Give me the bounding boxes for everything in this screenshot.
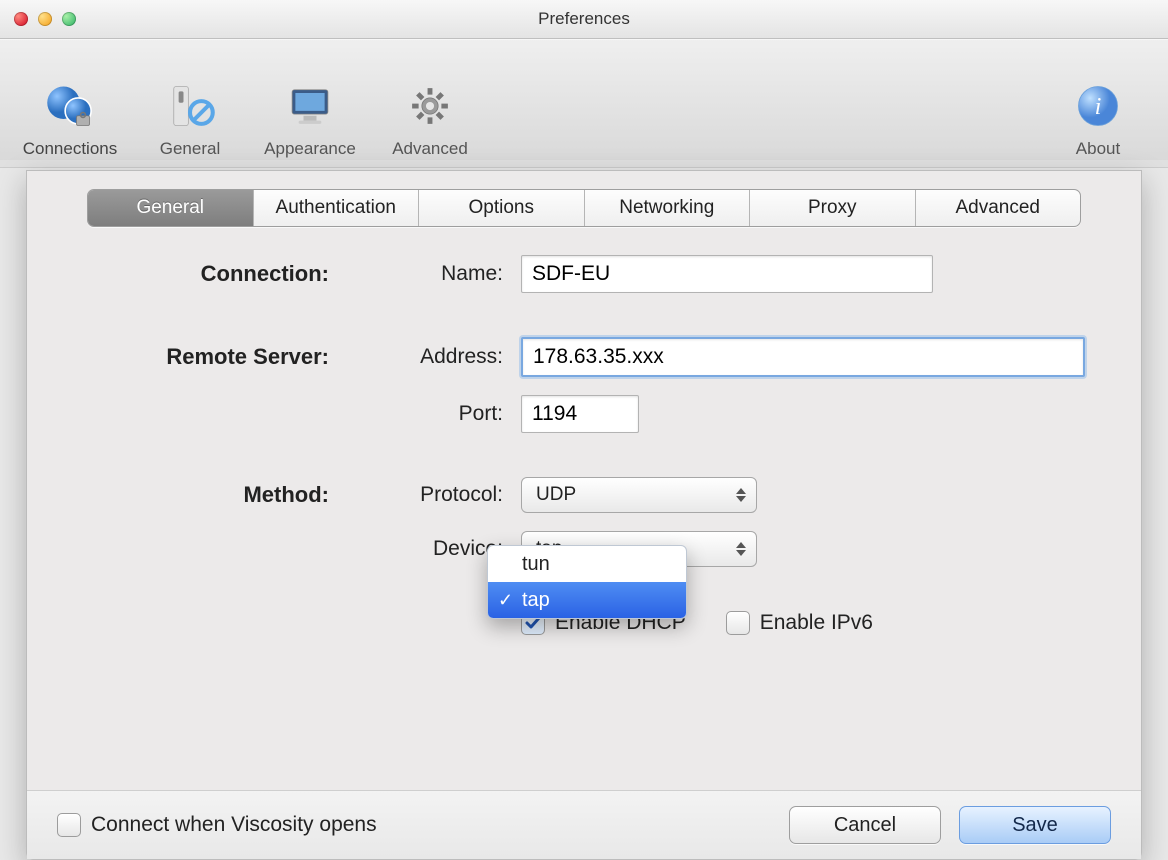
device-option-tap[interactable]: ✓ tap bbox=[488, 582, 686, 618]
connect-on-open-label: Connect when Viscosity opens bbox=[91, 813, 377, 837]
toolbar-label: Advanced bbox=[370, 139, 490, 159]
toolbar-item-appearance[interactable]: Appearance bbox=[250, 77, 370, 159]
select-stepper-icon bbox=[732, 482, 750, 508]
connect-on-open-checkbox[interactable]: Connect when Viscosity opens bbox=[57, 813, 377, 837]
name-label: Name: bbox=[349, 262, 509, 286]
cancel-button[interactable]: Cancel bbox=[789, 806, 941, 844]
cancel-button-label: Cancel bbox=[834, 814, 896, 837]
sheet-tabs: General Authentication Options Networkin… bbox=[87, 189, 1081, 227]
port-input[interactable] bbox=[521, 395, 639, 433]
select-stepper-icon bbox=[732, 536, 750, 562]
toolbar-item-general[interactable]: General bbox=[130, 77, 250, 159]
tab-general[interactable]: General bbox=[88, 190, 253, 226]
minimize-window-button[interactable] bbox=[38, 12, 52, 26]
method-group-label: Method: bbox=[97, 482, 337, 508]
toolbar-label: Appearance bbox=[250, 139, 370, 159]
about-icon: i bbox=[1038, 77, 1158, 135]
enable-ipv6-label: Enable IPv6 bbox=[760, 611, 873, 635]
name-input[interactable] bbox=[521, 255, 933, 293]
address-label: Address: bbox=[349, 345, 509, 369]
titlebar: Preferences bbox=[0, 0, 1168, 39]
appearance-icon bbox=[250, 77, 370, 135]
zoom-window-button[interactable] bbox=[62, 12, 76, 26]
checkbox-icon bbox=[726, 611, 750, 635]
toolbar-label: About bbox=[1038, 139, 1158, 159]
svg-text:i: i bbox=[1095, 93, 1102, 120]
checkmark-icon: ✓ bbox=[498, 590, 513, 611]
protocol-value: UDP bbox=[536, 484, 576, 506]
tab-proxy[interactable]: Proxy bbox=[749, 190, 915, 226]
sheet-backdrop: Super Dimensional Fortress Disconnected … bbox=[0, 160, 1168, 860]
window-title: Preferences bbox=[0, 9, 1168, 29]
protocol-label: Protocol: bbox=[349, 483, 509, 507]
close-window-button[interactable] bbox=[14, 12, 28, 26]
device-dropdown-menu: tun ✓ tap bbox=[487, 545, 687, 619]
connection-group-label: Connection: bbox=[97, 261, 337, 287]
advanced-icon bbox=[370, 77, 490, 135]
preferences-window: Preferences Connections General Appearan… bbox=[0, 0, 1168, 860]
general-icon bbox=[130, 77, 250, 135]
tab-advanced[interactable]: Advanced bbox=[915, 190, 1081, 226]
tab-networking[interactable]: Networking bbox=[584, 190, 750, 226]
device-option-tun[interactable]: tun bbox=[488, 546, 686, 582]
toolbar-item-connections[interactable]: Connections bbox=[10, 77, 130, 159]
device-label: Device: bbox=[349, 537, 509, 561]
connections-icon bbox=[10, 77, 130, 135]
device-option-label: tun bbox=[522, 553, 550, 576]
protocol-select[interactable]: UDP bbox=[521, 477, 757, 513]
enable-ipv6-checkbox[interactable]: Enable IPv6 bbox=[726, 611, 873, 635]
toolbar: Connections General Appearance Advanced … bbox=[0, 39, 1168, 168]
toolbar-label: General bbox=[130, 139, 250, 159]
address-input[interactable] bbox=[521, 337, 1085, 377]
toolbar-item-advanced[interactable]: Advanced bbox=[370, 77, 490, 159]
sheet-footer: Connect when Viscosity opens Cancel Save bbox=[27, 790, 1141, 859]
connection-editor-sheet: General Authentication Options Networkin… bbox=[26, 170, 1142, 860]
toolbar-item-about[interactable]: i About bbox=[1038, 77, 1158, 159]
toolbar-label: Connections bbox=[10, 139, 130, 159]
save-button-label: Save bbox=[1012, 814, 1058, 837]
traffic-lights bbox=[14, 12, 76, 26]
checkbox-icon bbox=[57, 813, 81, 837]
port-label: Port: bbox=[349, 402, 509, 426]
tab-authentication[interactable]: Authentication bbox=[253, 190, 419, 226]
save-button[interactable]: Save bbox=[959, 806, 1111, 844]
tab-options[interactable]: Options bbox=[418, 190, 584, 226]
device-option-label: tap bbox=[522, 589, 550, 612]
remote-server-group-label: Remote Server: bbox=[97, 344, 337, 370]
